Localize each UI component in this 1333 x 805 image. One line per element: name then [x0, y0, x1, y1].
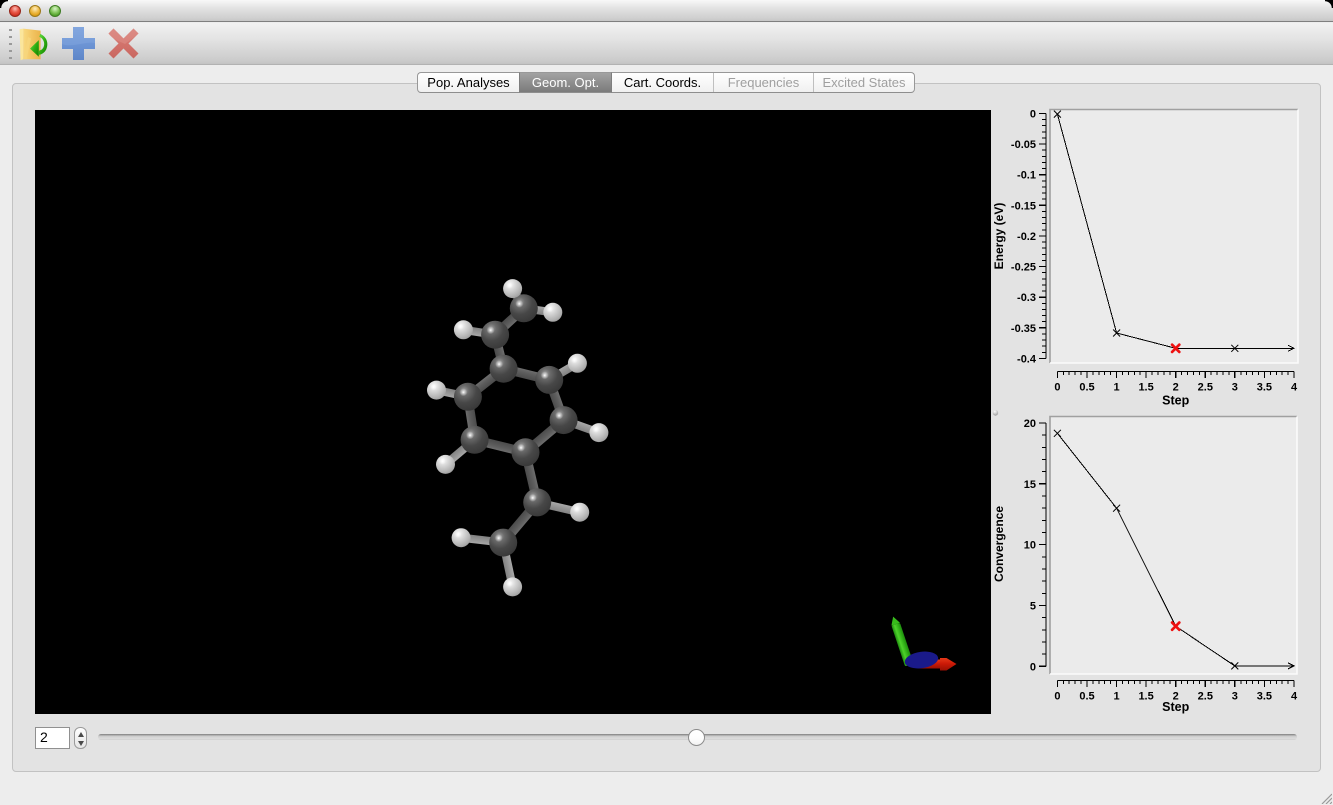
svg-text:-0.35: -0.35: [1011, 323, 1036, 335]
svg-text:0: 0: [1054, 382, 1060, 394]
svg-text:0.5: 0.5: [1079, 382, 1094, 394]
svg-text:-0.4: -0.4: [1017, 353, 1037, 365]
svg-text:2: 2: [1173, 382, 1179, 394]
svg-text:-0.25: -0.25: [1011, 262, 1036, 274]
svg-text:Step: Step: [1162, 394, 1189, 408]
svg-text:15: 15: [1024, 479, 1036, 491]
svg-text:2.5: 2.5: [1198, 691, 1213, 703]
svg-text:10: 10: [1024, 540, 1036, 552]
svg-text:0: 0: [1054, 691, 1060, 703]
svg-text:4: 4: [1291, 382, 1298, 394]
svg-text:0: 0: [1030, 109, 1036, 121]
svg-text:20: 20: [1024, 418, 1036, 430]
svg-text:Energy (eV): Energy (eV): [993, 203, 1006, 270]
svg-text:0: 0: [1030, 661, 1036, 673]
svg-text:1: 1: [1114, 382, 1120, 394]
svg-text:-0.2: -0.2: [1017, 231, 1036, 243]
svg-text:1.5: 1.5: [1138, 691, 1153, 703]
svg-text:-0.1: -0.1: [1017, 170, 1036, 182]
svg-text:3.5: 3.5: [1257, 382, 1272, 394]
svg-text:0.5: 0.5: [1079, 691, 1094, 703]
svg-text:-0.15: -0.15: [1011, 200, 1036, 212]
svg-text:-0.05: -0.05: [1011, 139, 1036, 151]
svg-text:Convergence: Convergence: [993, 506, 1006, 582]
svg-text:1: 1: [1114, 691, 1120, 703]
svg-text:1.5: 1.5: [1138, 382, 1153, 394]
svg-text:3: 3: [1232, 382, 1238, 394]
svg-text:Step: Step: [1162, 700, 1189, 714]
svg-text:2.5: 2.5: [1198, 382, 1213, 394]
svg-text:4: 4: [1291, 691, 1298, 703]
svg-text:3: 3: [1232, 691, 1238, 703]
svg-text:5: 5: [1030, 601, 1036, 613]
svg-text:3.5: 3.5: [1257, 691, 1272, 703]
svg-text:-0.3: -0.3: [1017, 292, 1036, 304]
